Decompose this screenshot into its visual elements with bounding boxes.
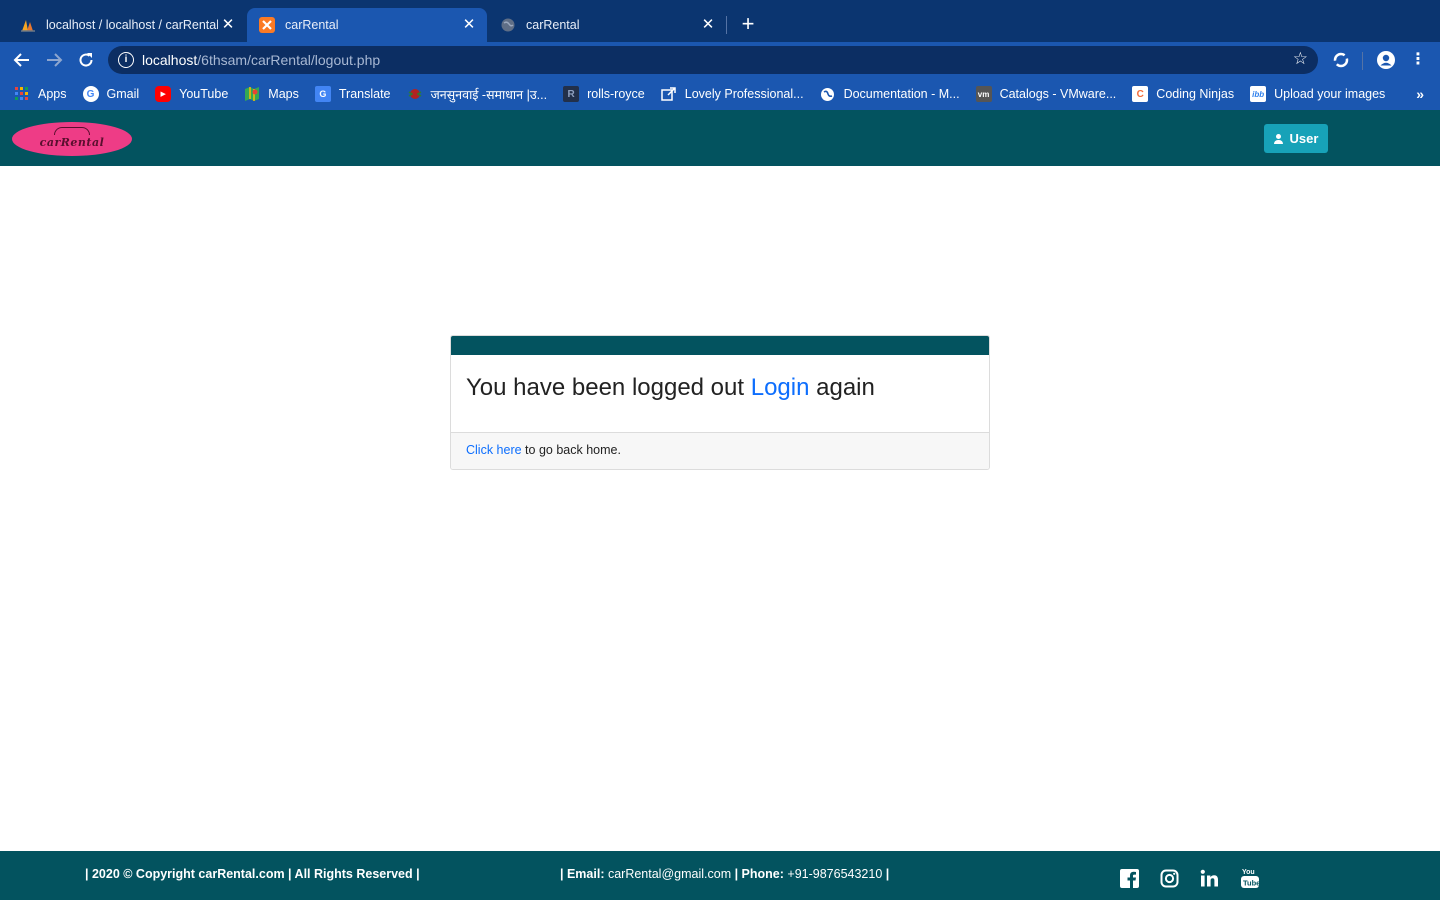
address-url: localhost/6thsam/carRental/logout.php [142,52,380,68]
youtube-icon[interactable]: You Tube [1240,868,1260,888]
contact-info: | Email: carRental@gmail.com | Phone: +9… [560,867,889,881]
bookmark-label: जनसुनवाई -समाधान |उ... [430,87,548,102]
bookmark-label: Coding Ninjas [1156,87,1235,101]
login-link[interactable]: Login [751,374,810,401]
svg-text:You: You [1242,869,1255,876]
logout-message: You have been logged out Login again [451,355,989,433]
toolbar-separator [1362,52,1363,70]
rolls-royce-icon: R [563,86,580,102]
user-button-label: User [1289,131,1319,146]
facebook-icon[interactable] [1119,868,1139,888]
bookmark-label: Maps [268,87,299,101]
translate-icon: G [314,86,331,102]
vmware-icon: vm [975,86,992,102]
url-host: localhost [142,52,198,68]
user-button[interactable]: User [1264,124,1328,153]
site-navbar: carRental User [0,110,1440,166]
card-footer: Click here to go back home. [451,433,989,469]
browser-tabstrip: localhost / localhost / carRental / ✕ ca… [0,0,1440,42]
logo-text: carRental [39,135,105,149]
browser-toolbar: i localhost/6thsam/carRental/logout.php … [0,42,1440,78]
logout-message-suffix: again [809,374,875,401]
card-header [451,336,989,355]
bookmark-label: Documentation - M... [843,87,960,101]
more-bookmarks-chevron-icon[interactable]: » [1416,86,1424,102]
address-bar[interactable]: i localhost/6thsam/carRental/logout.php … [108,46,1318,74]
instagram-icon[interactable] [1159,868,1179,888]
car-silhouette-icon [54,127,90,135]
email-label: | Email: [560,867,605,881]
site-footer: | 2020 © Copyright carRental.com | All R… [0,851,1440,900]
bookmark-apps[interactable]: Apps [14,86,67,102]
bookmark-star-icon[interactable]: ☆ [1293,49,1308,69]
bookmark-rolls-royce[interactable]: R rolls-royce [563,86,645,102]
bookmark-label: Catalogs - VMware... [999,87,1117,101]
bookmark-documentation[interactable]: Documentation - M... [820,86,960,102]
apps-grid-icon [14,86,30,102]
bookmark-label: Lovely Professional... [684,87,804,101]
copyright-text: | 2020 © Copyright carRental.com | All R… [85,867,420,881]
phone-value: +91-9876543210 [783,867,883,881]
logout-card: You have been logged out Login again Cli… [450,335,990,470]
user-icon [1273,133,1283,144]
browser-tab-phpmyadmin[interactable]: localhost / localhost / carRental / ✕ [8,8,246,42]
bookmark-label: Apps [38,87,67,101]
close-tab-icon[interactable]: ✕ [700,17,716,33]
bookmark-label: Gmail [106,87,140,101]
bookmark-label: Upload your images [1274,87,1386,101]
linkedin-icon[interactable] [1199,868,1219,888]
bookmark-label: rolls-royce [587,87,645,101]
phone-label: | Phone: [731,867,784,881]
youtube-icon: ▶ [155,86,172,102]
browser-tab-carrental[interactable]: carRental ✕ [488,8,726,42]
xampp-icon [259,17,275,33]
bookmark-label: Translate [338,87,391,101]
globe-icon [820,86,836,102]
close-tab-icon[interactable]: ✕ [220,17,236,33]
phpmyadmin-sail-icon [20,17,36,33]
reload-icon[interactable] [74,48,98,72]
carrental-logo[interactable]: carRental [12,122,132,156]
browser-menu-icon[interactable]: ⋮ [1406,48,1430,72]
bookmark-coding-ninjas[interactable]: C Coding Ninjas [1132,86,1234,102]
bookmark-label: YouTube [179,87,229,101]
url-path: /6thsam/carRental/logout.php [197,52,381,68]
sync-extension-icon[interactable] [1329,48,1353,72]
go-home-link[interactable]: Click here [466,443,522,457]
bookmark-vmware[interactable]: vm Catalogs - VMware... [975,86,1117,102]
back-arrow-icon[interactable] [10,48,34,72]
external-link-icon [661,86,677,102]
bookmark-gmail[interactable]: G Gmail [82,86,140,102]
forward-arrow-icon[interactable] [42,48,66,72]
bookmark-jansunwai[interactable]: जनसुनवाई -समाधान |उ... [407,86,548,103]
globe-icon [500,17,516,33]
bookmark-youtube[interactable]: ▶ YouTube [155,86,228,102]
bookmark-lpu[interactable]: Lovely Professional... [661,86,804,102]
bookmark-maps[interactable]: Maps [244,86,299,102]
svg-text:Tube: Tube [1243,879,1260,888]
tab-title: carRental [285,18,339,32]
browser-tab-carrental-active[interactable]: carRental ✕ [247,8,487,42]
coding-ninjas-icon: C [1132,86,1149,102]
bookmark-translate[interactable]: G Translate [314,86,391,102]
email-value: carRental@gmail.com [604,867,732,881]
site-info-icon[interactable]: i [118,52,134,68]
maps-icon [244,86,260,102]
ibb-icon: ibb [1250,86,1267,102]
tab-title: localhost / localhost / carRental / [46,18,218,32]
emblem-icon [407,86,423,102]
google-icon: G [82,86,99,102]
contact-end: | [882,867,890,881]
go-home-text: to go back home. [521,443,621,457]
bookmark-ibb[interactable]: ibb Upload your images [1250,86,1385,102]
bookmarks-bar: Apps G Gmail ▶ YouTube Maps G Translate … [0,78,1440,110]
new-tab-button[interactable]: + [736,12,760,36]
tab-title: carRental [526,18,580,32]
logout-message-text: You have been logged out [466,374,751,401]
tab-separator [726,16,727,34]
profile-avatar-icon[interactable] [1374,48,1398,72]
close-tab-icon[interactable]: ✕ [461,17,477,33]
